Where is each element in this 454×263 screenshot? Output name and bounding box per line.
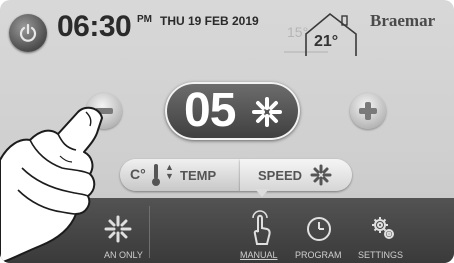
temp-unit-label: C° [130, 166, 146, 182]
clock-ampm: PM [137, 14, 152, 25]
increase-button[interactable] [350, 93, 386, 129]
clock-time: 06:30 [57, 10, 132, 43]
nav-label-manual: MANUAL [240, 250, 278, 260]
thermostat-screen: 06:30 PM THU 19 FEB 2019 15° 21° Braemar… [0, 0, 454, 263]
nav-divider [149, 206, 150, 258]
power-button[interactable] [9, 14, 47, 52]
nav-label-settings: SETTINGS [358, 250, 404, 260]
gear-icon [372, 217, 394, 239]
outdoor-temperature: 15° [287, 24, 309, 40]
tab-pointer [255, 189, 269, 197]
power-icon [19, 23, 37, 42]
fan-icon [310, 164, 332, 186]
fan-icon [252, 97, 282, 127]
temp-label: TEMP [180, 168, 217, 183]
up-down-arrows-icon: ▲ ▼ [165, 162, 174, 181]
nav-label-program: PROGRAM [295, 250, 342, 260]
thermometer-icon [152, 164, 160, 186]
speed-value: 05 [184, 84, 236, 137]
brand-logo: Braemar [370, 11, 436, 30]
speed-label: SPEED [258, 168, 303, 183]
clock-date: THU 19 FEB 2019 [160, 14, 259, 28]
touch-hand-icon [252, 210, 271, 245]
indoor-temperature: 21° [314, 33, 339, 50]
pointing-hand-image [0, 106, 103, 263]
clock-icon [307, 217, 331, 241]
